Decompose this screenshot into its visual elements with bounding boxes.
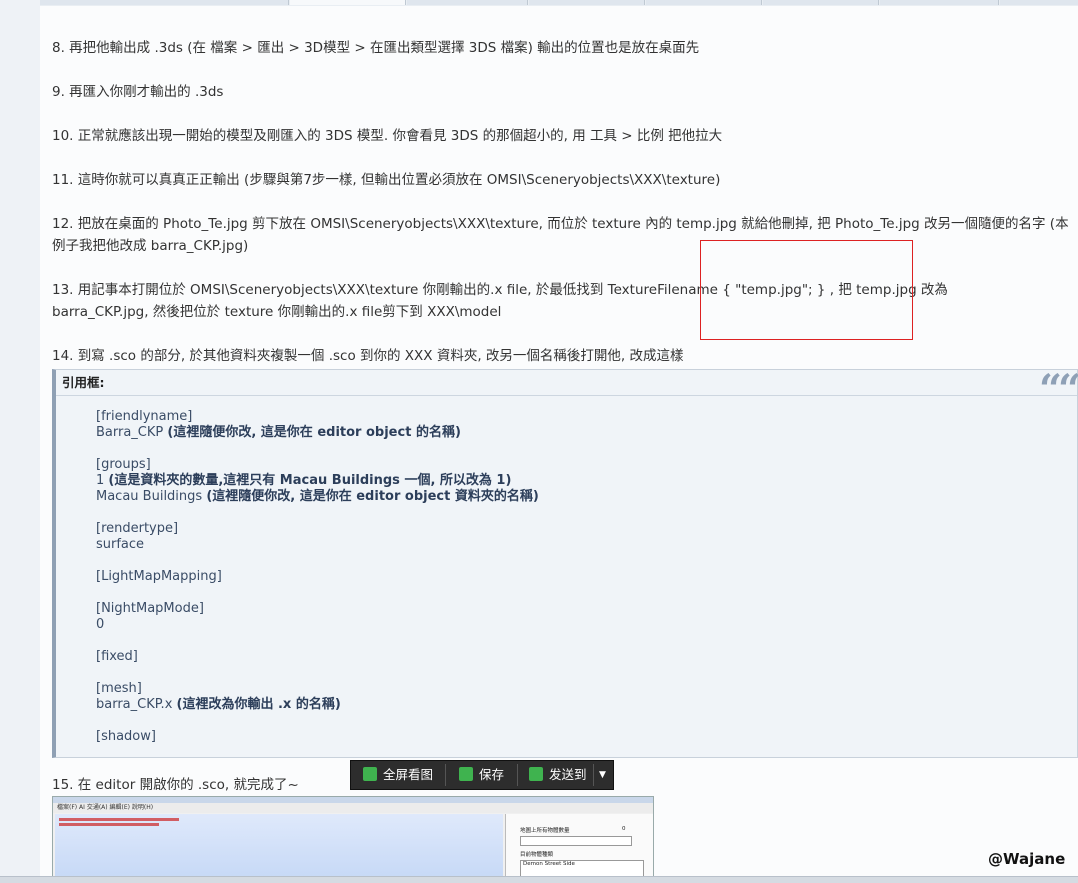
preview-viewport bbox=[55, 814, 503, 881]
quote-block: 引用框: ““ [friendlyname] Barra_CKP (這裡隨便你改… bbox=[52, 366, 1078, 758]
step-11: 11. 這時你就可以真真正正輸出 (步驟與第7步一樣, 但輸出位置必須放在 OM… bbox=[52, 172, 721, 188]
quote-line: [mesh] bbox=[96, 681, 142, 696]
tab[interactable] bbox=[290, 0, 406, 5]
step-9: 9. 再匯入你剛才輸出的 .3ds bbox=[52, 84, 224, 100]
quote-line: barra_CKP.x (這裡改為你輸出 .x 的名稱) bbox=[96, 697, 341, 712]
screenshot-preview[interactable]: 檔案(F) AI 交通(A) 編輯(E) 說明(H) 地圖上所有物體數量 0 目… bbox=[52, 796, 654, 882]
fullscreen-icon bbox=[363, 767, 377, 781]
preview-status-line bbox=[59, 818, 179, 821]
send-dropdown-chevron-down-icon[interactable]: ▼ bbox=[599, 761, 606, 789]
toolbar-divider bbox=[517, 764, 518, 786]
quote-line: [NightMapMode] bbox=[96, 601, 204, 616]
quote-line: 1 (這是資料夾的數量,這裡只有 Macau Buildings 一個, 所以改… bbox=[96, 473, 512, 488]
post-content: 8. 再把他輸出成 .3ds (在 檔案 > 匯出 > 3D模型 > 在匯出類型… bbox=[40, 6, 1078, 882]
save-button[interactable]: 保存 bbox=[459, 761, 504, 789]
preview-panel-label: 目前物體種類 bbox=[520, 852, 554, 858]
toolbar-divider bbox=[445, 764, 446, 786]
tab[interactable] bbox=[529, 0, 645, 5]
step-10: 10. 正常就應該出現一開始的模型及剛匯入的 3DS 模型. 你會看見 3DS … bbox=[52, 128, 723, 144]
fullscreen-button[interactable]: 全屏看图 bbox=[363, 761, 433, 789]
step-15: 15. 在 editor 開啟你的 .sco, 就完成了~ bbox=[52, 777, 299, 793]
preview-panel-select bbox=[520, 836, 632, 846]
tab[interactable] bbox=[407, 0, 528, 5]
quote-line: [rendertype] bbox=[96, 521, 179, 536]
highlight-box bbox=[700, 240, 913, 340]
quote-line: [groups] bbox=[96, 457, 151, 472]
step-14: 14. 到寫 .sco 的部分, 於其他資料夾複製一個 .sco 到你的 XXX… bbox=[52, 348, 684, 364]
left-rail bbox=[0, 0, 41, 882]
send-icon bbox=[529, 767, 543, 781]
quote-header: 引用框: bbox=[56, 370, 1077, 396]
quote-line: surface bbox=[96, 537, 145, 552]
quote-line: Macau Buildings (這裡隨便你改, 這是你在 editor obj… bbox=[96, 489, 539, 504]
tab[interactable] bbox=[40, 0, 289, 5]
step-12: 12. 把放在桌面的 Photo_Te.jpg 剪下放在 OMSI\Scener… bbox=[52, 216, 1069, 254]
preview-panel-label: 地圖上所有物體數量 bbox=[520, 828, 570, 834]
tab[interactable] bbox=[880, 0, 999, 5]
quote-mark-icon: ““ bbox=[1038, 366, 1078, 413]
preview-status-line bbox=[59, 823, 159, 826]
quote-line: [fixed] bbox=[96, 649, 138, 664]
quote-line: [friendlyname] bbox=[96, 409, 193, 424]
tab[interactable] bbox=[763, 0, 879, 5]
quote-line: [shadow] bbox=[96, 729, 156, 744]
preview-menubar: 檔案(F) AI 交通(A) 編輯(E) 說明(H) bbox=[53, 803, 653, 813]
preview-side-panel: 地圖上所有物體數量 0 目前物體種類 Demon Street Side bbox=[505, 814, 653, 881]
step-8: 8. 再把他輸出成 .3ds (在 檔案 > 匯出 > 3D模型 > 在匯出類型… bbox=[52, 40, 700, 56]
quote-line: [LightMapMapping] bbox=[96, 569, 222, 584]
tab[interactable] bbox=[646, 0, 762, 5]
watermark: @Wajane bbox=[988, 850, 1066, 868]
quote-line: Barra_CKP (這裡隨便你改, 這是你在 editor object 的名… bbox=[96, 425, 461, 440]
image-viewer-toolbar: 全屏看图 保存 发送到 ▼ bbox=[350, 760, 614, 790]
tab[interactable] bbox=[1000, 0, 1078, 5]
quote-line: 0 bbox=[96, 617, 105, 632]
send-to-button[interactable]: 发送到 bbox=[529, 761, 587, 789]
toolbar-divider bbox=[593, 764, 594, 786]
save-icon bbox=[459, 767, 473, 781]
preview-panel-value: 0 bbox=[622, 826, 626, 832]
